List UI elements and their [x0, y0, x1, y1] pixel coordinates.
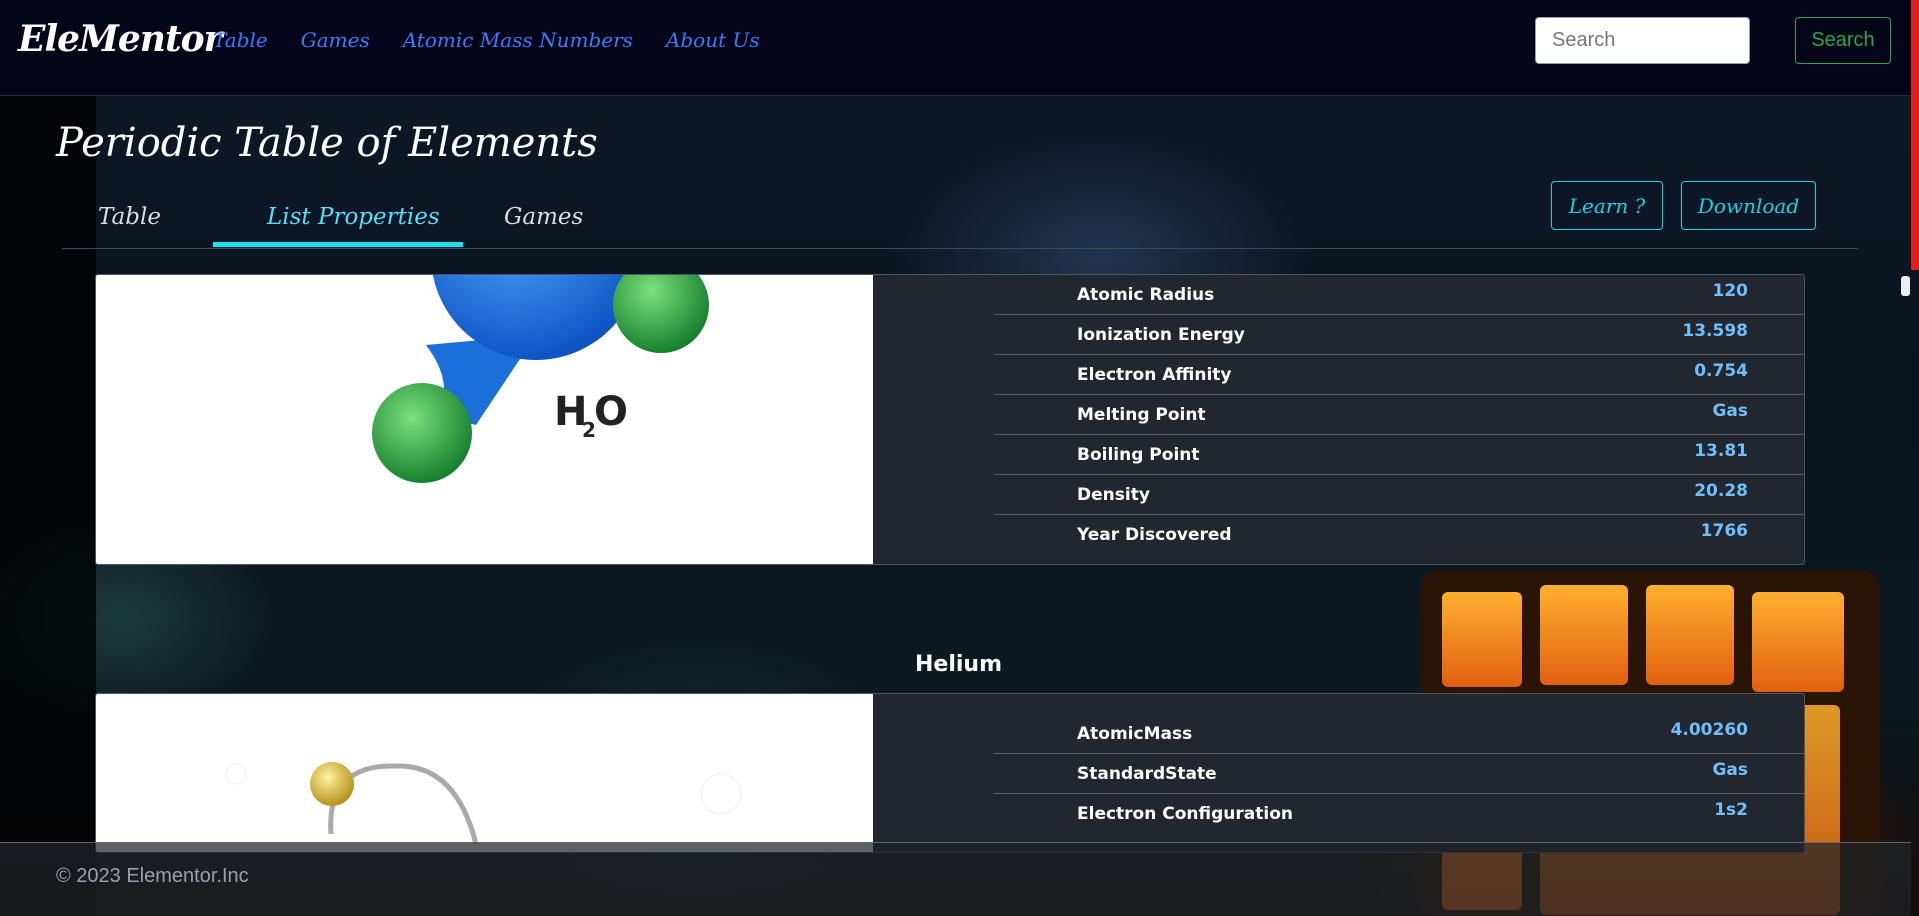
- property-name: Year Discovered: [1077, 525, 1232, 545]
- active-tab-indicator: [213, 242, 463, 247]
- table-row: Electron Affinity 0.754: [994, 355, 1804, 395]
- brand-logo[interactable]: EleMentor: [18, 18, 223, 60]
- property-value: 120: [1712, 281, 1749, 301]
- search-input[interactable]: [1535, 17, 1750, 64]
- property-value: 13.81: [1694, 441, 1748, 461]
- tab-list-properties[interactable]: List Properties: [267, 204, 440, 230]
- table-row: Atomic Radius 120: [994, 275, 1804, 315]
- property-value: Gas: [1712, 401, 1748, 421]
- table-row: Ionization Energy 13.598: [994, 315, 1804, 355]
- property-value: 4.00260: [1670, 720, 1748, 740]
- footer: © 2023 Elementor.Inc: [0, 842, 1911, 916]
- download-button[interactable]: Download: [1681, 181, 1816, 230]
- svg-text:O: O: [594, 389, 628, 435]
- property-name: Ionization Energy: [1077, 325, 1245, 345]
- atom-image: [96, 694, 873, 852]
- table-row: Melting Point Gas: [994, 395, 1804, 435]
- water-molecule-icon: H 2 O: [372, 275, 709, 483]
- property-value: 0.754: [1694, 361, 1748, 381]
- element-card-helium: AtomicMass 4.00260 StandardState Gas Ele…: [95, 693, 1805, 853]
- copyright-text: © 2023 Elementor.Inc: [56, 865, 249, 887]
- property-value: 20.28: [1694, 481, 1748, 501]
- property-name: Melting Point: [1077, 405, 1206, 425]
- nav-link-games[interactable]: Games: [301, 28, 370, 52]
- property-name: Density: [1077, 485, 1150, 505]
- property-value: Gas: [1712, 760, 1748, 780]
- property-value: 1766: [1700, 521, 1748, 541]
- table-row: AtomicMass 4.00260: [994, 714, 1804, 754]
- nav-link-atomic-mass-numbers[interactable]: Atomic Mass Numbers: [403, 28, 633, 52]
- property-name: Boiling Point: [1077, 445, 1200, 465]
- nav-link-about-us[interactable]: About Us: [666, 28, 760, 52]
- scrollbar-track[interactable]: [1911, 0, 1919, 270]
- property-name: Atomic Radius: [1077, 285, 1215, 305]
- nav-links: Table Games Atomic Mass Numbers About Us: [213, 28, 760, 52]
- property-name: Electron Configuration: [1077, 804, 1293, 824]
- search-button[interactable]: Search: [1795, 17, 1891, 64]
- tab-games[interactable]: Games: [504, 204, 583, 230]
- nav-link-table[interactable]: Table: [213, 28, 268, 52]
- molecule-image: H 2 O: [96, 275, 873, 564]
- tab-table[interactable]: Table: [98, 204, 161, 230]
- table-row: Year Discovered 1766: [994, 515, 1804, 555]
- page-title: Periodic Table of Elements: [56, 120, 598, 166]
- property-name: AtomicMass: [1077, 724, 1193, 744]
- property-name: Electron Affinity: [1077, 365, 1232, 385]
- element-card-hydrogen: H 2 O Atomic Radius 120 Ionization Energ…: [95, 274, 1805, 565]
- atom-orbit-icon: [225, 762, 742, 845]
- element-heading: Helium: [915, 652, 1003, 677]
- property-value: 1s2: [1714, 800, 1748, 820]
- table-row: Electron Configuration 1s2: [994, 794, 1804, 834]
- property-value: 13.598: [1682, 321, 1748, 341]
- table-row: Density 20.28: [994, 475, 1804, 515]
- top-navbar: EleMentor Table Games Atomic Mass Number…: [0, 0, 1911, 96]
- property-name: StandardState: [1077, 764, 1217, 784]
- table-row: StandardState Gas: [994, 754, 1804, 794]
- learn-button[interactable]: Learn ?: [1551, 181, 1663, 230]
- scrollbar-thumb[interactable]: [1901, 276, 1910, 296]
- table-row: Boiling Point 13.81: [994, 435, 1804, 475]
